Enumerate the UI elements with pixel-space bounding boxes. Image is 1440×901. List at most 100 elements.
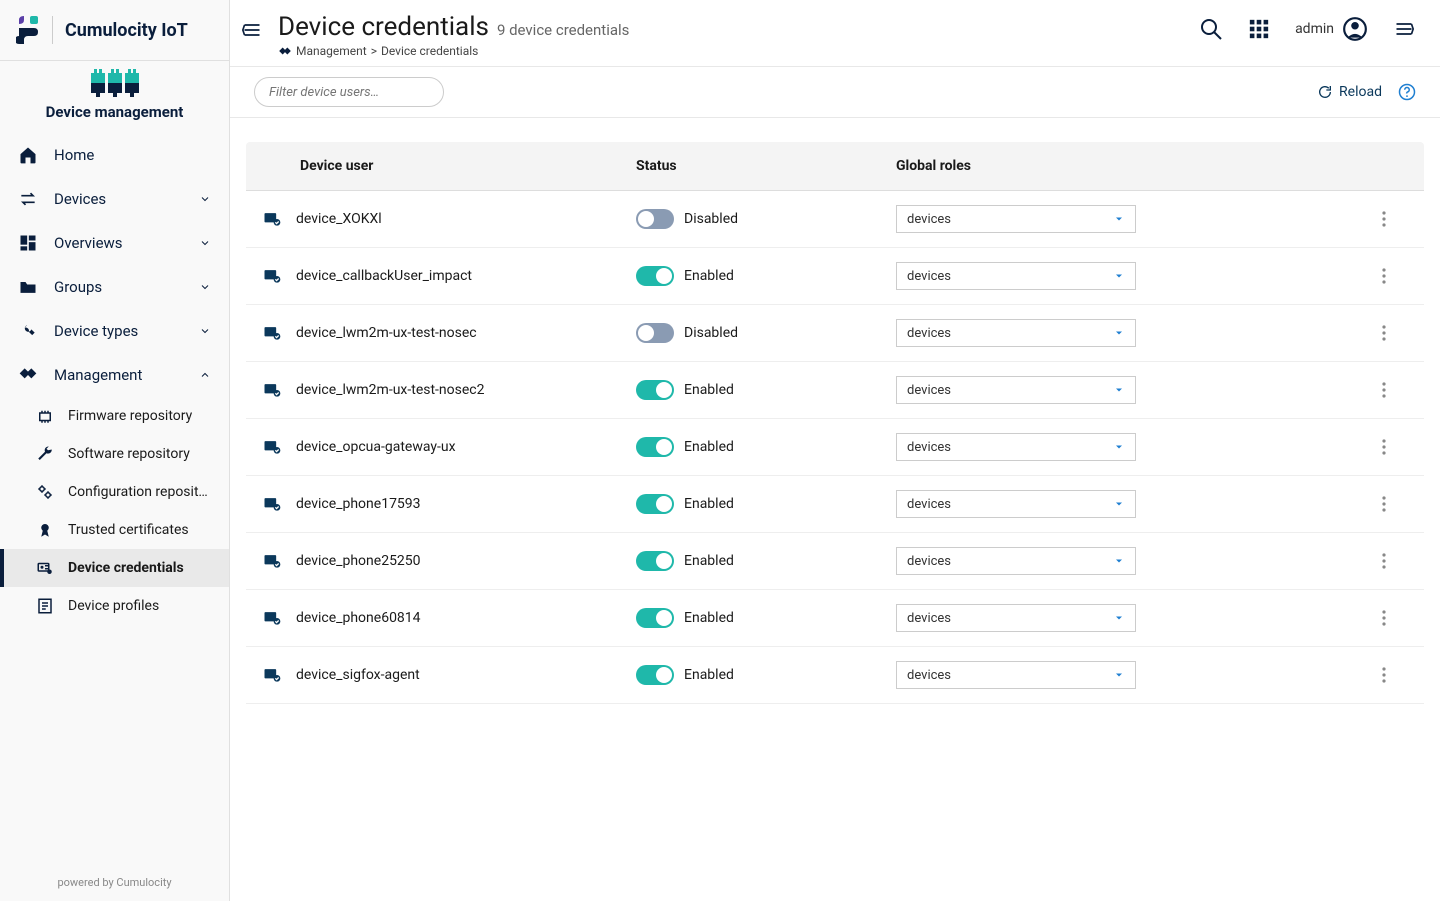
- th-user: Device user: [246, 158, 636, 174]
- user-icon: [1342, 16, 1368, 42]
- toggle-nav-icon[interactable]: [242, 20, 262, 40]
- sidebar-item-overviews[interactable]: Overviews: [0, 221, 229, 265]
- global-roles-select[interactable]: devices: [896, 490, 1136, 518]
- status-toggle[interactable]: [636, 266, 674, 286]
- status-toggle[interactable]: [636, 551, 674, 571]
- sidebar-subitem-software-repository[interactable]: Software repository: [0, 435, 229, 473]
- device-icon: [262, 551, 282, 571]
- global-roles-select[interactable]: devices: [896, 604, 1136, 632]
- apps-button[interactable]: [1247, 17, 1271, 41]
- status-text: Enabled: [684, 268, 734, 284]
- sidebar-subitem-label: Firmware repository: [68, 408, 192, 424]
- breadcrumb-1[interactable]: Device credentials: [381, 44, 478, 58]
- reload-label: Reload: [1339, 84, 1382, 100]
- sidebar-item-devices[interactable]: Devices: [0, 177, 229, 221]
- row-actions-button[interactable]: [1374, 608, 1394, 628]
- filter-box[interactable]: [254, 77, 444, 107]
- device-user-name: device_phone17593: [296, 496, 421, 512]
- sidebar-subitem-label: Trusted certificates: [68, 522, 189, 538]
- sidebar-subitem-device-credentials[interactable]: Device credentials: [0, 549, 229, 587]
- chevron-down-icon: [199, 193, 211, 205]
- app-label: Device management: [0, 93, 229, 133]
- row-actions-button[interactable]: [1374, 665, 1394, 685]
- status-toggle[interactable]: [636, 494, 674, 514]
- sidebar-item-device-types[interactable]: Device types: [0, 309, 229, 353]
- badge-icon: [36, 521, 54, 539]
- row-actions-button[interactable]: [1374, 323, 1394, 343]
- brand: Cumulocity IoT: [0, 0, 229, 61]
- status-text: Enabled: [684, 439, 734, 455]
- footer: powered by Cumulocity: [0, 864, 229, 901]
- status-toggle[interactable]: [636, 608, 674, 628]
- device-icon: [262, 380, 282, 400]
- device-icon: [262, 323, 282, 343]
- status-toggle[interactable]: [636, 323, 674, 343]
- device-icon: [262, 266, 282, 286]
- search-button[interactable]: [1199, 17, 1223, 41]
- table-row: device_XOKXl Disabled devices: [246, 191, 1424, 248]
- brand-logo: [16, 16, 40, 44]
- status-toggle[interactable]: [636, 380, 674, 400]
- sidebar-subitem-firmware-repository[interactable]: Firmware repository: [0, 397, 229, 435]
- profile-icon: [36, 597, 54, 615]
- help-button[interactable]: [1398, 83, 1416, 101]
- sidebar-item-management[interactable]: Management: [0, 353, 229, 397]
- role-value: devices: [907, 326, 951, 341]
- global-roles-select[interactable]: devices: [896, 376, 1136, 404]
- caret-down-icon: [1113, 270, 1125, 282]
- sidebar-subitem-device-profiles[interactable]: Device profiles: [0, 587, 229, 625]
- status-toggle[interactable]: [636, 665, 674, 685]
- sidebar-subitem-trusted-certificates[interactable]: Trusted certificates: [0, 511, 229, 549]
- reload-icon: [1317, 84, 1333, 100]
- reload-button[interactable]: Reload: [1317, 84, 1382, 100]
- row-actions-button[interactable]: [1374, 266, 1394, 286]
- row-actions-button[interactable]: [1374, 209, 1394, 229]
- status-toggle[interactable]: [636, 209, 674, 229]
- role-value: devices: [907, 383, 951, 398]
- status-toggle[interactable]: [636, 437, 674, 457]
- row-actions-button[interactable]: [1374, 551, 1394, 571]
- page-subtitle: 9 device credentials: [497, 21, 629, 39]
- row-actions-button[interactable]: [1374, 380, 1394, 400]
- global-roles-select[interactable]: devices: [896, 319, 1136, 347]
- table-row: device_lwm2m-ux-test-nosec2 Enabled devi…: [246, 362, 1424, 419]
- global-roles-select[interactable]: devices: [896, 661, 1136, 689]
- filter-input[interactable]: [269, 85, 434, 100]
- sidebar: Cumulocity IoT Device management Home De…: [0, 0, 230, 901]
- caret-down-icon: [1113, 498, 1125, 510]
- home-icon: [18, 145, 38, 165]
- user-menu[interactable]: admin: [1295, 16, 1368, 42]
- table-row: device_phone17593 Enabled devices: [246, 476, 1424, 533]
- sidebar-subitem-configuration-reposito-[interactable]: Configuration reposito…: [0, 473, 229, 511]
- global-roles-select[interactable]: devices: [896, 262, 1136, 290]
- device-icon: [262, 494, 282, 514]
- device-user-name: device_lwm2m-ux-test-nosec2: [296, 382, 484, 398]
- sidebar-item-label: Overviews: [54, 234, 183, 252]
- dots-vertical-icon: [1382, 382, 1386, 398]
- device-user-name: device_opcua-gateway-ux: [296, 439, 456, 455]
- content: Device user Status Global roles device_X…: [230, 118, 1440, 901]
- global-roles-select[interactable]: devices: [896, 547, 1136, 575]
- sidebar-item-home[interactable]: Home: [0, 133, 229, 177]
- dots-vertical-icon: [1382, 211, 1386, 227]
- page-title: Device credentials: [278, 12, 489, 42]
- device-icon: [262, 665, 282, 685]
- device-user-name: device_sigfox-agent: [296, 667, 420, 683]
- device-user-name: device_lwm2m-ux-test-nosec: [296, 325, 477, 341]
- table-row: device_sigfox-agent Enabled devices: [246, 647, 1424, 704]
- header: Device credentials 9 device credentials …: [230, 0, 1440, 66]
- global-roles-select[interactable]: devices: [896, 205, 1136, 233]
- handshake-icon: [18, 365, 38, 385]
- credentials-table: Device user Status Global roles device_X…: [246, 142, 1424, 704]
- row-actions-button[interactable]: [1374, 437, 1394, 457]
- breadcrumb-0[interactable]: Management: [296, 44, 367, 58]
- dashboard-icon: [18, 233, 38, 253]
- global-roles-select[interactable]: devices: [896, 433, 1136, 461]
- table-row: device_phone60814 Enabled devices: [246, 590, 1424, 647]
- user-label: admin: [1295, 21, 1334, 37]
- row-actions-button[interactable]: [1374, 494, 1394, 514]
- apps-icon: [1248, 18, 1270, 40]
- right-drawer-button[interactable]: [1392, 17, 1416, 41]
- sidebar-item-groups[interactable]: Groups: [0, 265, 229, 309]
- sidebar-subitem-label: Device credentials: [68, 560, 184, 576]
